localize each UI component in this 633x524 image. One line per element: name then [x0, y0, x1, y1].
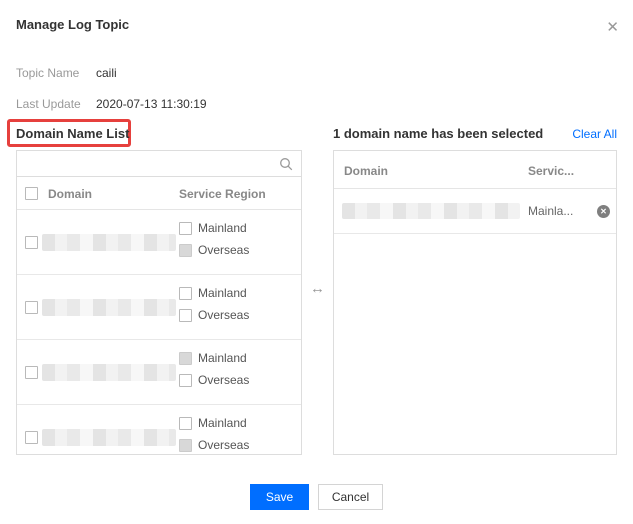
- selected-domains-panel: Domain Servic... Mainla... ✕: [333, 150, 617, 455]
- service-region-options: Mainland Overseas: [179, 351, 249, 387]
- domain-list-row: Mainland Overseas: [17, 275, 301, 340]
- overseas-option[interactable]: Overseas: [179, 243, 249, 257]
- selected-list-header: Domain Servic...: [334, 151, 616, 189]
- overseas-checkbox[interactable]: [179, 374, 192, 387]
- dialog-title: Manage Log Topic: [16, 17, 129, 32]
- transfer-arrow-icon: ↔: [310, 280, 325, 297]
- mainland-label: Mainland: [198, 221, 247, 235]
- mainland-checkbox[interactable]: [179, 352, 192, 365]
- service-region-options: Mainland Overseas: [179, 221, 249, 257]
- blurred-domain-name: [42, 364, 176, 381]
- topic-name-label: Topic Name: [16, 66, 79, 80]
- last-update-value: 2020-07-13 11:30:19: [96, 97, 207, 111]
- clear-all-link[interactable]: Clear All: [572, 127, 617, 141]
- selected-domain-column-header: Domain: [344, 164, 388, 178]
- domain-list-header: Domain Service Region: [17, 177, 301, 210]
- row-select-checkbox[interactable]: [25, 236, 38, 249]
- overseas-option[interactable]: Overseas: [179, 373, 249, 387]
- domain-search-input[interactable]: [25, 154, 279, 174]
- row-select-checkbox[interactable]: [25, 366, 38, 379]
- search-icon[interactable]: [279, 157, 293, 171]
- mainland-option[interactable]: Mainland: [179, 221, 249, 235]
- selected-region-value: Mainla...: [528, 204, 573, 218]
- cancel-button[interactable]: Cancel: [318, 484, 383, 510]
- overseas-option[interactable]: Overseas: [179, 438, 249, 452]
- blurred-domain-name: [42, 299, 176, 316]
- selected-region-column-header: Servic...: [528, 164, 574, 178]
- blurred-domain-name: [42, 234, 176, 251]
- blurred-domain-name: [42, 429, 176, 446]
- overseas-option[interactable]: Overseas: [179, 308, 249, 322]
- service-region-options: Mainland Overseas: [179, 286, 249, 322]
- overseas-label: Overseas: [198, 373, 249, 387]
- mainland-checkbox[interactable]: [179, 417, 192, 430]
- overseas-checkbox[interactable]: [179, 309, 192, 322]
- row-select-checkbox[interactable]: [25, 431, 38, 444]
- domain-list-row: Mainland Overseas: [17, 210, 301, 275]
- overseas-label: Overseas: [198, 243, 249, 257]
- blurred-selected-domain: [342, 203, 520, 219]
- overseas-label: Overseas: [198, 308, 249, 322]
- service-region-options: Mainland Overseas: [179, 416, 249, 452]
- selected-domain-row: Mainla... ✕: [334, 189, 616, 234]
- domain-column-header: Domain: [48, 187, 92, 201]
- selected-summary: 1 domain name has been selected: [333, 126, 543, 141]
- mainland-checkbox[interactable]: [179, 287, 192, 300]
- mainland-option[interactable]: Mainland: [179, 286, 249, 300]
- last-update-label: Last Update: [16, 97, 81, 111]
- remove-icon[interactable]: ✕: [597, 205, 610, 218]
- close-icon[interactable]: ✕: [606, 20, 619, 35]
- domain-list-row: Mainland Overseas: [17, 340, 301, 405]
- save-button[interactable]: Save: [250, 484, 309, 510]
- mainland-label: Mainland: [198, 286, 247, 300]
- domain-name-list-heading: Domain Name List: [16, 126, 129, 141]
- mainland-label: Mainland: [198, 416, 247, 430]
- selected-list-body: Mainla... ✕: [334, 189, 616, 234]
- mainland-option[interactable]: Mainland: [179, 351, 249, 365]
- select-all-checkbox[interactable]: [25, 187, 38, 200]
- mainland-checkbox[interactable]: [179, 222, 192, 235]
- domain-list-panel: Domain Service Region Mainland Overseas …: [16, 150, 302, 455]
- row-select-checkbox[interactable]: [25, 301, 38, 314]
- domain-search-bar: [17, 151, 301, 177]
- service-region-column-header: Service Region: [179, 187, 266, 201]
- mainland-label: Mainland: [198, 351, 247, 365]
- overseas-checkbox[interactable]: [179, 439, 192, 452]
- domain-list-body: Mainland Overseas Mainland Overseas: [17, 210, 301, 455]
- mainland-option[interactable]: Mainland: [179, 416, 249, 430]
- overseas-label: Overseas: [198, 438, 249, 452]
- topic-name-value: caili: [96, 66, 117, 80]
- overseas-checkbox[interactable]: [179, 244, 192, 257]
- domain-list-row: Mainland Overseas: [17, 405, 301, 455]
